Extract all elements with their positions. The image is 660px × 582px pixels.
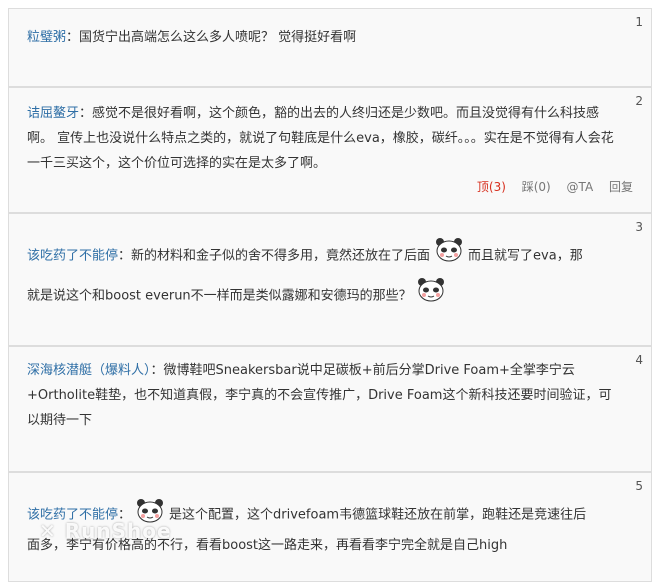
floor-number: 3 — [635, 220, 643, 234]
comment-item: 4 深海核潜艇（爆料人）：微博鞋吧Sneakersbar说中足碳板+前后分掌Dr… — [8, 346, 652, 472]
comment-author-link[interactable]: 该吃药了不能停 — [27, 249, 118, 264]
comment-body: 粒璧粥：国货宁出高端怎么这么多人喷呢？ 觉得挺好看啊 — [27, 25, 623, 50]
comment-author-link[interactable]: 诘屈鳌牙 — [27, 106, 79, 121]
panda-emoji-icon — [434, 236, 464, 276]
comment-body: 深海核潜艇（爆料人）：微博鞋吧Sneakersbar说中足碳板+前后分掌Driv… — [27, 358, 623, 433]
floor-number: 2 — [635, 94, 643, 108]
comment-text: 国货宁出高端怎么这么多人喷呢？ 觉得挺好看啊 — [79, 30, 357, 45]
author-separator: ： — [66, 30, 80, 45]
comment-text: 新的材料和金子似的舍不得多用，竟然还放在了后面 — [131, 248, 431, 264]
panda-emoji-icon — [416, 276, 446, 316]
upvote-button[interactable]: 顶(3) — [477, 180, 506, 194]
comment-text: 就是说这个和boost everun不一样而是类似露娜和安德玛的那些？ — [27, 288, 412, 304]
comment-item: 2 诘屈鳌牙：感觉不是很好看啊，这个颜色，豁的出去的人终归还是少数吧。而且没觉得… — [8, 87, 652, 213]
comment-text: 而且就写了eva，那 — [468, 248, 583, 264]
author-separator: ： — [118, 248, 132, 264]
floor-number: 1 — [635, 15, 643, 29]
comment-body: 该吃药了不能停：新的材料和金子似的舍不得多用，竟然还放在了后面 而且就写了eva，… — [27, 236, 623, 316]
floor-number: 4 — [635, 353, 643, 367]
comment-actions: 顶(3) 踩(0) @TA 回复 — [465, 178, 633, 195]
mention-button[interactable]: @TA — [567, 180, 594, 194]
watermark-logo: ✕ RunShoe — [39, 519, 172, 543]
comment-item: 3 该吃药了不能停：新的材料和金子似的舍不得多用，竟然还放在了后面 而且就写了ev… — [8, 213, 652, 346]
author-separator: ： — [150, 363, 164, 378]
reply-button[interactable]: 回复 — [609, 180, 633, 194]
comment-list: 1 粒璧粥：国货宁出高端怎么这么多人喷呢？ 觉得挺好看啊 2 诘屈鳌牙：感觉不是… — [0, 0, 660, 582]
comment-item: 5 该吃药了不能停： 是这个配置，这个drivefoam韦德篮球鞋还放在前掌，跑鞋… — [8, 472, 652, 582]
downvote-button[interactable]: 踩(0) — [522, 180, 551, 194]
comment-author-link[interactable]: 深海核潜艇（爆料人） — [27, 363, 151, 378]
comment-text: 感觉不是很好看啊，这个颜色，豁的出去的人终归还是少数吧。而且没觉得有什么科技感啊… — [27, 106, 614, 171]
floor-number: 5 — [635, 479, 643, 493]
comment-author-link[interactable]: 粒璧粥 — [27, 30, 66, 45]
comment-text: 是这个配置，这个drivefoam韦德篮球鞋还放在前掌，跑鞋还是竞速往后 — [169, 507, 587, 523]
comment-body: 诘屈鳌牙：感觉不是很好看啊，这个颜色，豁的出去的人终归还是少数吧。而且没觉得有什… — [27, 101, 623, 176]
author-separator: ： — [79, 106, 93, 121]
comment-item: 1 粒璧粥：国货宁出高端怎么这么多人喷呢？ 觉得挺好看啊 — [8, 8, 652, 87]
